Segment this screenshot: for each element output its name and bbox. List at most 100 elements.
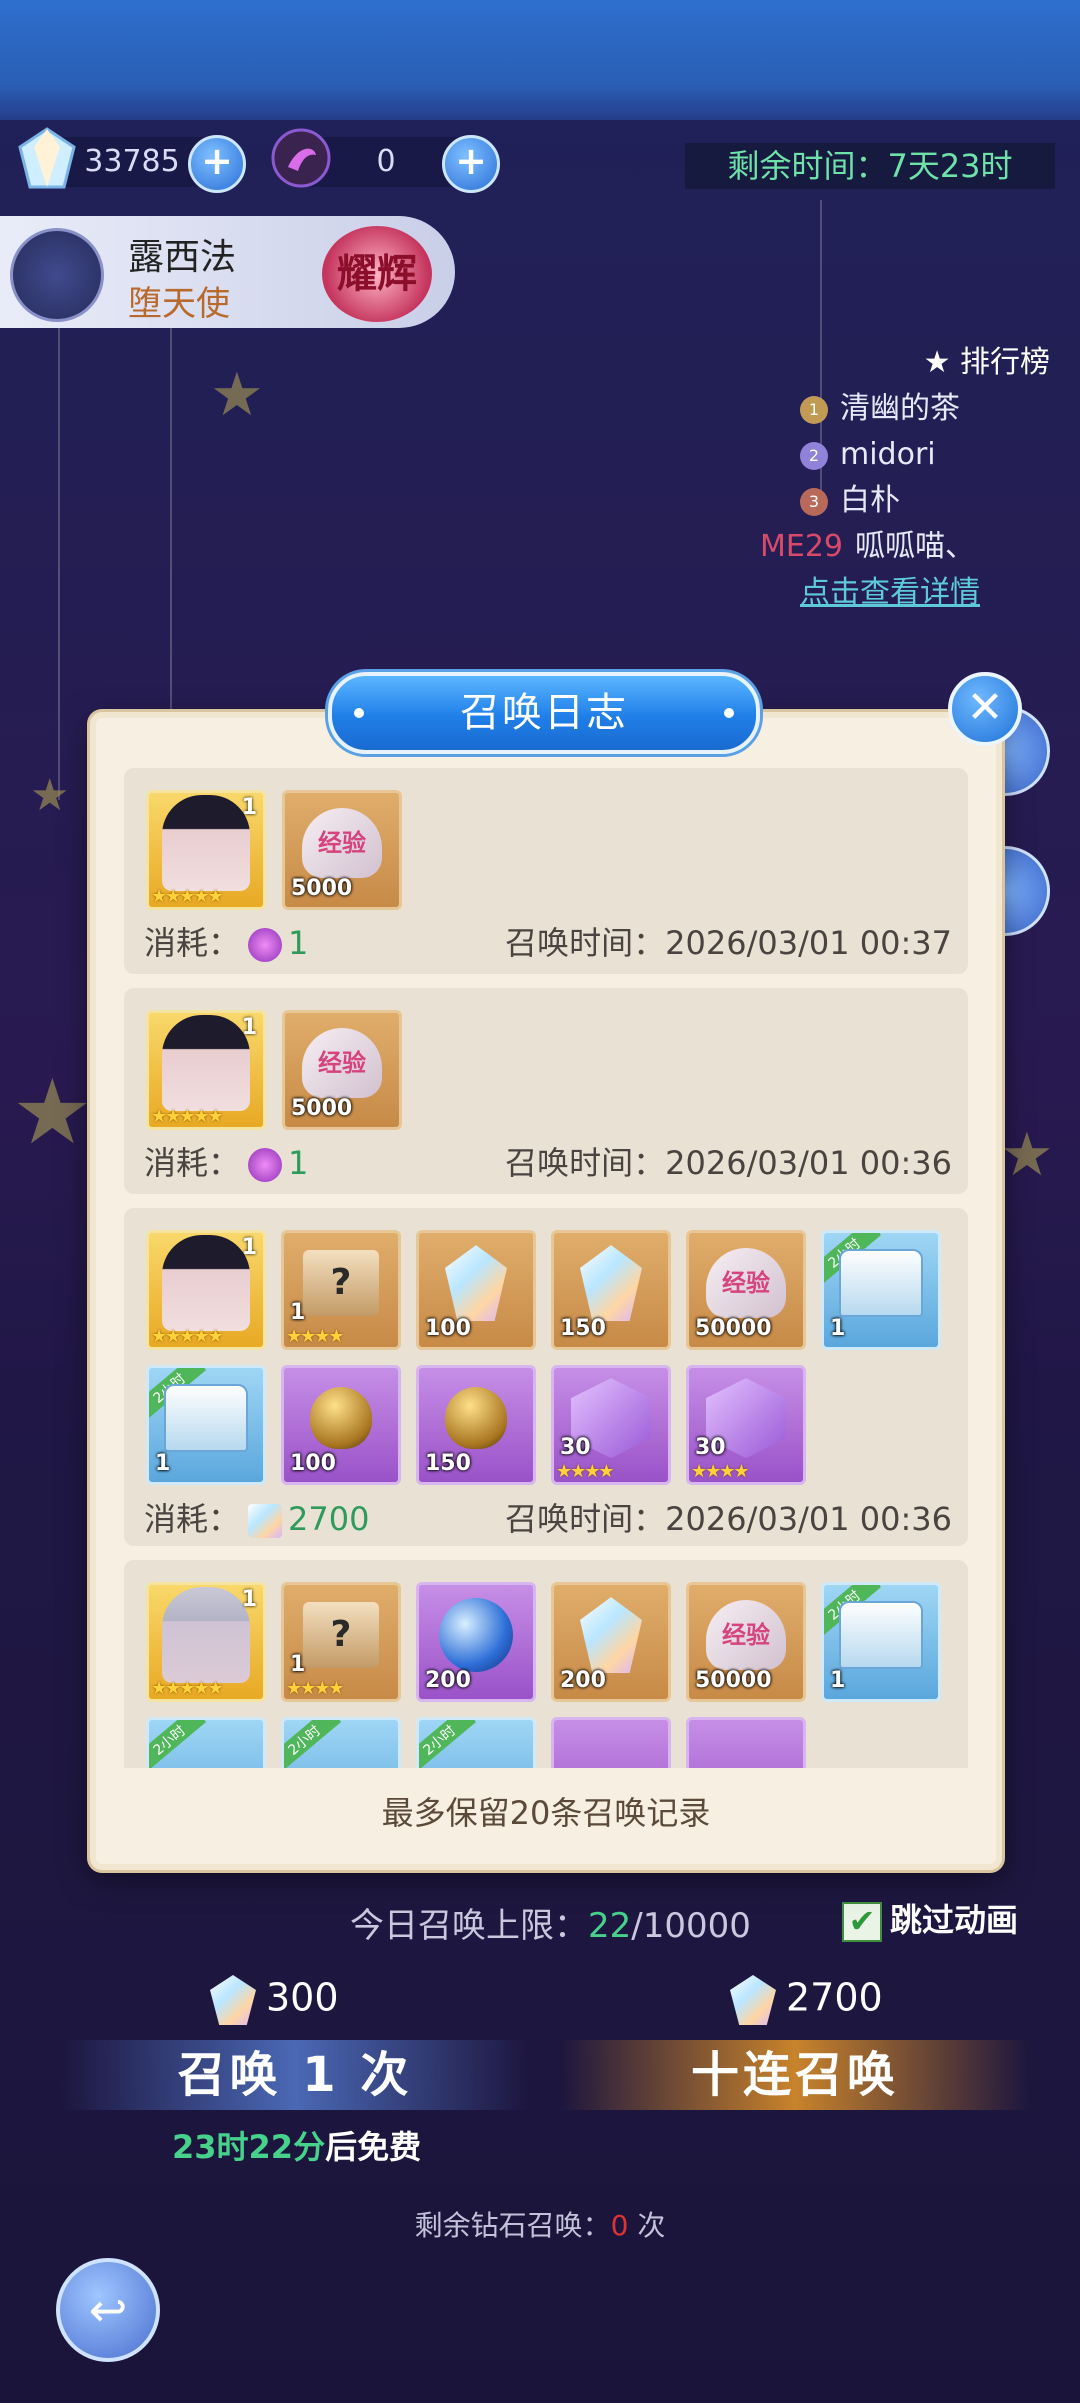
event-timer: 剩余时间：7天23时 (685, 143, 1055, 189)
add-tickets-button[interactable]: + (442, 135, 500, 193)
diamond-icon (580, 1597, 642, 1674)
item-slot[interactable]: ? 1 ★★★★ (281, 1582, 401, 1702)
gold-egg-icon (445, 1387, 507, 1450)
diamond-icon (210, 1975, 256, 2025)
item-slot[interactable]: 2小时 (416, 1717, 536, 1768)
checkbox-icon: ✔ (842, 1902, 882, 1942)
exp-heart-icon: 经验 (302, 1028, 382, 1099)
item-slot[interactable]: 150 (551, 1230, 671, 1350)
item-slot[interactable]: 经验 5000 (282, 1010, 402, 1130)
item-slot[interactable]: 150 (416, 1365, 536, 1485)
item-slot[interactable] (686, 1717, 806, 1768)
ranking-entry: 1 清幽的茶 (800, 386, 1070, 432)
character-portrait (162, 1587, 250, 1684)
exp-heart-icon: 经验 (302, 808, 382, 879)
item-slot[interactable]: ? 1 ★★★★ (281, 1230, 401, 1350)
item-slot[interactable]: 100 (281, 1365, 401, 1485)
character-portrait (162, 795, 250, 892)
skip-animation-toggle[interactable]: ✔ 跳过动画 (842, 1895, 1018, 1942)
ranking-entry: 3 白朴 (800, 478, 1070, 524)
item-slot[interactable]: 100 (416, 1230, 536, 1350)
retention-note: 最多保留20条召唤记录 (381, 1794, 711, 1832)
mystery-box-icon: ? (303, 1602, 379, 1669)
star-orb-icon (439, 1598, 513, 1673)
diamond-icon (445, 1245, 507, 1322)
ten-price: 2700 (730, 1975, 883, 2025)
exp-heart-icon: 经验 (706, 1600, 786, 1671)
diamond-counter: 33785 + (18, 127, 246, 193)
treasure-chest-icon (839, 1601, 923, 1670)
diamond-icon (248, 1504, 283, 1538)
summon-log-modal: 1 ★★★★★ 经验 5000 消耗： 1 召唤时间：2026/03/01 00:… (90, 712, 1002, 1870)
item-slot[interactable]: 1 ★★★★★ (146, 790, 266, 910)
item-slot[interactable]: 200 (551, 1582, 671, 1702)
summon-record: 1 ★★★★★ 经验 5000 消耗： 1 召唤时间：2026/03/01 00:… (124, 988, 968, 1194)
summon-time: 召唤时间：2026/03/01 00:36 (505, 1144, 952, 1182)
exp-heart-icon: 经验 (706, 1248, 786, 1319)
back-button[interactable]: ↩ (56, 2258, 160, 2362)
summon-ten-button[interactable]: 十连召唤 (560, 2040, 1030, 2110)
remaining-summons: 剩余钻石召唤：0 次 (414, 2209, 666, 2242)
item-slot[interactable]: 1 ★★★★★ (146, 1010, 266, 1130)
item-slot[interactable]: 经验 50000 (686, 1582, 806, 1702)
add-diamonds-button[interactable]: + (188, 135, 246, 193)
free-countdown: 23时22分后免费 (172, 2128, 422, 2166)
cost-info: 消耗： 1 (144, 924, 309, 962)
item-slot[interactable]: 经验 5000 (282, 790, 402, 910)
rank-3-icon: 3 (800, 487, 828, 516)
item-slot[interactable]: 2小时 1 (146, 1365, 266, 1485)
summon-one-button[interactable]: 召唤 1 次 (60, 2040, 530, 2110)
daily-limit: 今日召唤上限：22/10000 (350, 1906, 751, 1946)
faction-emblem-icon (10, 228, 104, 322)
summon-record: 1 ★★★★★ ? 1 ★★★★ 100 150 经验 50000 2小时 (124, 1208, 968, 1546)
gold-egg-icon (310, 1387, 372, 1450)
treasure-chest-icon (164, 1384, 248, 1453)
item-slot[interactable]: 30 ★★★★ (551, 1365, 671, 1485)
character-name: 露西法 (128, 237, 237, 278)
ranking-entry-me: ME29 呱呱喵、 (760, 529, 976, 564)
summon-ticket-icon (248, 928, 283, 962)
item-slot[interactable]: 2小时 (281, 1717, 401, 1768)
mystery-box-icon: ? (303, 1250, 379, 1317)
summon-ticket-icon (268, 125, 334, 191)
character-title: 堕天使 (128, 284, 230, 324)
item-slot[interactable]: 200 (416, 1582, 536, 1702)
cost-info: 消耗： 1 (144, 1144, 309, 1182)
record-list[interactable]: 1 ★★★★★ 经验 5000 消耗： 1 召唤时间：2026/03/01 00:… (124, 768, 968, 1768)
diamond-icon (730, 1975, 776, 2025)
single-price: 300 (210, 1975, 339, 2025)
diamond-count: 33785 (84, 144, 180, 179)
ticket-count: 0 (376, 144, 396, 179)
ranking-title: ★ 排行榜 (923, 345, 1050, 380)
cost-info: 消耗： 2700 (144, 1500, 370, 1538)
item-slot[interactable]: 1 ★★★★★ (146, 1230, 266, 1350)
summon-time: 召唤时间：2026/03/01 00:37 (505, 924, 952, 962)
ranking-detail-link[interactable]: 点击查看详情 (800, 570, 1070, 616)
rarity-badge: 耀辉 (322, 226, 432, 322)
summon-record: 1 ★★★★★ ? 1 ★★★★ 200 200 经验 50000 2小时 (124, 1560, 968, 1768)
character-portrait (162, 1235, 250, 1332)
ranking-panel[interactable]: ★ 排行榜 1 清幽的茶 2 midori 3 白朴 ME29 呱呱喵、 点击查看详情 (760, 340, 1070, 616)
decor-dot (354, 708, 364, 718)
rank-1-icon: 1 (800, 395, 828, 424)
summon-ticket-icon (248, 1148, 283, 1182)
item-slot[interactable]: 2小时 1 (821, 1230, 941, 1350)
character-portrait (162, 1015, 250, 1112)
treasure-chest-icon (839, 1249, 923, 1318)
modal-title: 召唤日志 (328, 672, 760, 754)
summon-record: 1 ★★★★★ 经验 5000 消耗： 1 召唤时间：2026/03/01 00:… (124, 768, 968, 974)
item-slot[interactable]: 经验 50000 (686, 1230, 806, 1350)
ticket-counter: 0 + (271, 128, 500, 193)
decor-dot (724, 708, 734, 718)
item-slot[interactable]: 30 ★★★★ (686, 1365, 806, 1485)
rank-2-icon: 2 (800, 441, 828, 470)
top-banner (0, 0, 1080, 120)
item-slot[interactable]: 2小时 1 (821, 1582, 941, 1702)
item-slot[interactable]: 1 ★★★★★ (146, 1582, 266, 1702)
close-button[interactable]: ✕ (948, 672, 1022, 746)
ranking-entry: 2 midori (800, 432, 1070, 478)
diamond-icon (14, 125, 80, 191)
summon-time: 召唤时间：2026/03/01 00:36 (505, 1500, 952, 1538)
item-slot[interactable] (551, 1717, 671, 1768)
item-slot[interactable]: 2小时 (146, 1717, 266, 1768)
